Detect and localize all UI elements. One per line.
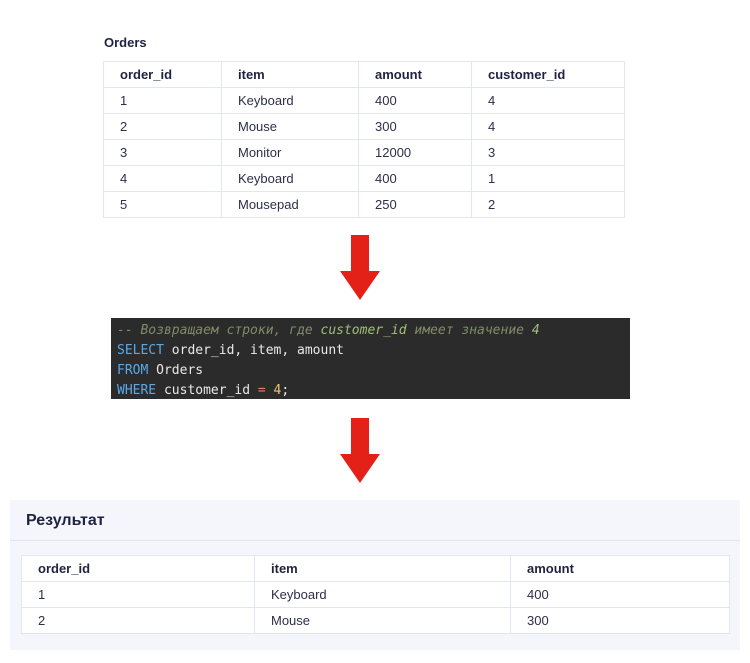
column-header: order_id xyxy=(21,555,255,582)
table-cell: 4 xyxy=(103,165,222,192)
down-arrow-icon xyxy=(340,235,380,301)
table-cell: 2 xyxy=(103,113,222,140)
table-row: 2 Mouse 300 4 xyxy=(103,113,625,140)
table-cell: Mouse xyxy=(254,607,511,634)
table-cell: 4 xyxy=(471,87,625,114)
table-cell: 5 xyxy=(103,191,222,218)
column-header: order_id xyxy=(103,61,222,88)
table-cell: 4 xyxy=(471,113,625,140)
table-header-row: order_id item amount xyxy=(21,555,730,582)
table-cell: 3 xyxy=(103,139,222,166)
table-cell: 400 xyxy=(358,165,472,192)
table-cell: Keyboard xyxy=(254,581,511,608)
divider xyxy=(10,540,740,541)
column-header: item xyxy=(221,61,359,88)
sql-code-block: -- Возвращаем строки, где customer_id им… xyxy=(111,318,630,399)
table-cell: 3 xyxy=(471,139,625,166)
table-header-row: order_id item amount customer_id xyxy=(103,61,625,88)
down-arrow-icon xyxy=(340,418,380,484)
table-cell: 300 xyxy=(510,607,730,634)
code-select-line: SELECT order_id, item, amount xyxy=(117,343,344,358)
table-cell: 1 xyxy=(21,581,255,608)
table-cell: Mousepad xyxy=(221,191,359,218)
table-cell: Keyboard xyxy=(221,87,359,114)
table-cell: 2 xyxy=(21,607,255,634)
column-header: item xyxy=(254,555,511,582)
orders-table: order_id item amount customer_id 1 Keybo… xyxy=(103,61,625,218)
table-cell: 12000 xyxy=(358,139,472,166)
table-cell: 300 xyxy=(358,113,472,140)
table-row: 3 Monitor 12000 3 xyxy=(103,139,625,166)
code-where-line: WHERE customer_id = 4; xyxy=(117,383,290,398)
table-cell: 400 xyxy=(510,581,730,608)
table-cell: Mouse xyxy=(221,113,359,140)
table-row: 5 Mousepad 250 2 xyxy=(103,191,625,218)
column-header: amount xyxy=(510,555,730,582)
table-row: 1 Keyboard 400 xyxy=(21,581,730,608)
code-from-line: FROM Orders xyxy=(117,363,204,378)
table-cell: Keyboard xyxy=(221,165,359,192)
result-title: Результат xyxy=(26,512,105,529)
table-cell: 2 xyxy=(471,191,625,218)
table-row: 2 Mouse 300 xyxy=(21,607,730,634)
table-cell: 250 xyxy=(358,191,472,218)
table-cell: 1 xyxy=(471,165,625,192)
table-cell: 1 xyxy=(103,87,222,114)
table-row: 1 Keyboard 400 4 xyxy=(103,87,625,114)
table-row: 4 Keyboard 400 1 xyxy=(103,165,625,192)
orders-table-title: Orders xyxy=(104,35,147,50)
column-header: amount xyxy=(358,61,472,88)
table-cell: 400 xyxy=(358,87,472,114)
result-table: order_id item amount 1 Keyboard 400 2 Mo… xyxy=(21,555,730,634)
column-header: customer_id xyxy=(471,61,625,88)
code-comment-line: -- Возвращаем строки, где customer_id им… xyxy=(117,323,540,338)
table-cell: Monitor xyxy=(221,139,359,166)
